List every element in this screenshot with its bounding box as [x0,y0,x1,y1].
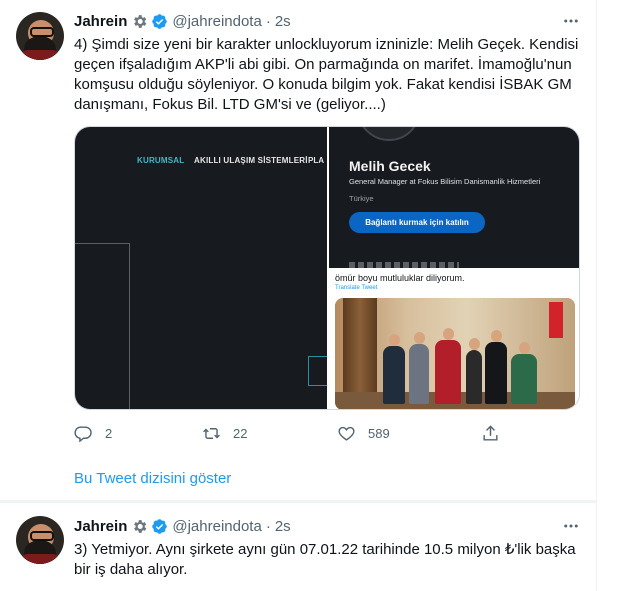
tweet-header: Jahrein @jahreindota · 2s [74,11,291,31]
photo-flag [549,302,563,338]
website-nav-partial: PLA [308,156,324,165]
more-dots-icon[interactable] [561,516,581,536]
page-background [597,0,619,591]
tweet-media[interactable]: KURUMSAL AKILLI ULAŞIM SİSTEMLERİ PLA Me… [74,126,580,410]
author-name[interactable]: Jahrein [74,518,127,535]
author-handle[interactable]: @jahreindota [172,518,261,535]
cropped-text [349,262,459,268]
profile-picture [357,127,421,141]
avatar-glasses [30,531,54,541]
profile-name: Melih Gecek [349,158,431,174]
connect-button: Bağlantı kurmak için katılın [349,212,485,233]
photo-person [409,332,429,404]
retweet-count: 22 [233,426,248,441]
embedded-tweet-text: ömür boyu mutluluklar diliyorum. [335,273,465,283]
website-frame-accent [308,356,327,386]
photo-person [485,330,507,404]
gear-icon [134,14,147,28]
heart-icon [338,426,355,441]
like-button[interactable]: 589 [337,424,390,443]
show-thread-link[interactable]: Bu Tweet dizisini göster [74,470,231,487]
retweet-icon [203,428,220,439]
avatar[interactable] [16,12,64,60]
tweet[interactable]: Jahrein @jahreindota · 2s 4) Şimdi size … [0,0,597,500]
photo-person [435,328,461,404]
website-nav-kurumsal: KURUMSAL [137,156,185,165]
avatar-glasses [30,27,54,37]
group-photo [335,298,575,409]
reply-button[interactable]: 2 [74,424,112,443]
website-nav-akilli: AKILLI ULAŞIM SİSTEMLERİ [194,156,308,165]
tweet-time[interactable]: 2s [275,518,291,535]
timeline: Jahrein @jahreindota · 2s 4) Şimdi size … [0,0,597,591]
share-icon [483,425,498,441]
photo-person [511,342,537,404]
tweet[interactable]: Jahrein @jahreindota · 2s 3) Yetmiyor. A… [0,503,597,591]
media-image-website[interactable]: KURUMSAL AKILLI ULAŞIM SİSTEMLERİ PLA [75,127,327,409]
media-image-profile[interactable]: Melih Gecek General Manager at Fokus Bil… [329,127,579,268]
verified-badge-icon [152,518,168,534]
avatar-shirt [18,50,62,60]
like-count: 589 [368,426,390,441]
separator-dot: · [265,12,271,30]
profile-title: General Manager at Fokus Bilisim Danisma… [349,177,541,186]
author-handle[interactable]: @jahreindota [172,13,261,30]
author-name[interactable]: Jahrein [74,13,127,30]
retweet-button[interactable]: 22 [202,424,247,443]
photo-person [466,338,482,404]
separator-dot: · [265,517,271,535]
more-dots-icon[interactable] [561,11,581,31]
share-button[interactable] [481,424,500,443]
tweet-time[interactable]: 2s [275,13,291,30]
gear-icon [134,519,147,533]
tweet-text: 3) Yetmiyor. Aynı şirkete aynı gün 07.01… [74,541,576,578]
tweet-text: 4) Şimdi size yeni bir karakter unlocklu… [74,36,579,113]
translate-link: Translate Tweet [335,285,378,291]
media-image-embedded-tweet[interactable]: ömür boyu mutluluklar diliyorum. Transla… [329,270,579,409]
verified-badge-icon [152,13,168,29]
avatar[interactable] [16,516,64,564]
photo-person [383,334,405,404]
website-frame [75,243,130,409]
tweet-actions: 2 22 589 [74,424,504,444]
profile-country: Türkiye [349,194,374,203]
reply-count: 2 [105,426,113,441]
tweet-header: Jahrein @jahreindota · 2s [74,516,291,536]
avatar-shirt [18,554,62,564]
reply-icon [74,426,92,443]
